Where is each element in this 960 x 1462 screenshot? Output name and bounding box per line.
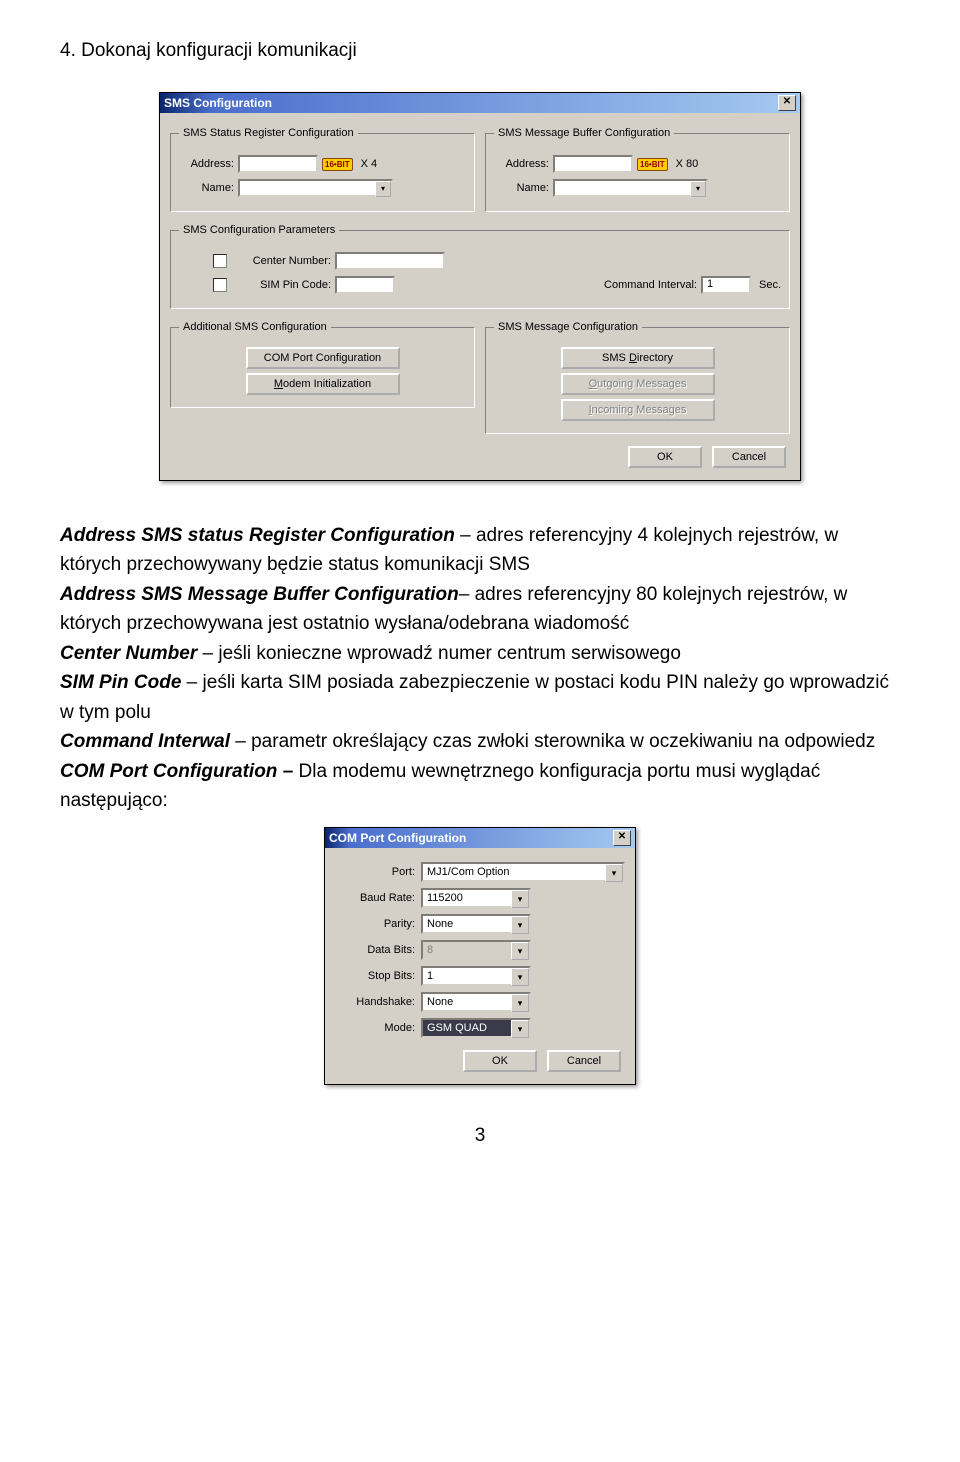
incoming-messages-button[interactable]: Incoming Messages: [561, 399, 715, 421]
label-mode: Mode:: [335, 1022, 415, 1034]
dialog-title: SMS Configuration: [164, 96, 272, 110]
fieldset-legend: Additional SMS Configuration: [179, 321, 331, 333]
label-address: Address:: [494, 158, 549, 170]
center-number-checkbox[interactable]: [213, 254, 227, 268]
fieldset-status-register: SMS Status Register Configuration Addres…: [170, 127, 475, 212]
label-command-interval: Command Interval:: [604, 279, 697, 291]
outgoing-messages-button[interactable]: Outgoing Messages: [561, 373, 715, 395]
explanation-text: Address SMS status Register Configuratio…: [60, 521, 900, 815]
cancel-button[interactable]: Cancel: [712, 446, 786, 468]
fieldset-legend: SMS Configuration Parameters: [179, 224, 339, 236]
label-center-number: Center Number:: [231, 255, 331, 267]
page-number: 3: [60, 1125, 900, 1147]
label-address: Address:: [179, 158, 234, 170]
port-select[interactable]: MJ1/Com Option: [421, 862, 625, 882]
com-port-config-button[interactable]: COM Port Configuration: [246, 347, 400, 369]
stop-bits-select[interactable]: 1: [421, 966, 531, 986]
ok-button[interactable]: OK: [463, 1050, 537, 1072]
fieldset-legend: SMS Message Configuration: [494, 321, 642, 333]
sim-pin-checkbox[interactable]: [213, 278, 227, 292]
suffix-x80: X 80: [676, 158, 699, 170]
center-number-input[interactable]: [335, 252, 445, 270]
com-port-configuration-dialog: COM Port Configuration ✕ Port: MJ1/Com O…: [324, 827, 636, 1085]
data-bits-select: 8: [421, 940, 531, 960]
name-select[interactable]: [238, 179, 393, 197]
baud-rate-select[interactable]: 115200: [421, 888, 531, 908]
bit-tag-icon: 16•BIT: [322, 158, 353, 171]
label-handshake: Handshake:: [335, 996, 415, 1008]
fieldset-config-parameters: SMS Configuration Parameters Center Numb…: [170, 224, 790, 309]
fieldset-legend: SMS Status Register Configuration: [179, 127, 358, 139]
label-baud-rate: Baud Rate:: [335, 892, 415, 904]
label-data-bits: Data Bits:: [335, 944, 415, 956]
fieldset-legend: SMS Message Buffer Configuration: [494, 127, 674, 139]
suffix-x4: X 4: [361, 158, 378, 170]
mode-select[interactable]: GSM QUAD: [421, 1018, 531, 1038]
titlebar: COM Port Configuration ✕: [325, 828, 635, 848]
parity-select[interactable]: None: [421, 914, 531, 934]
handshake-select[interactable]: None: [421, 992, 531, 1012]
modem-init-button[interactable]: Modem Initialization: [246, 373, 400, 395]
label-stop-bits: Stop Bits:: [335, 970, 415, 982]
bit-tag-icon: 16•BIT: [637, 158, 668, 171]
label-port: Port:: [335, 866, 415, 878]
sms-configuration-dialog: SMS Configuration ✕ SMS Status Register …: [159, 92, 801, 481]
address-input[interactable]: [238, 155, 318, 173]
close-icon[interactable]: ✕: [778, 95, 796, 111]
step-heading: 4. Dokonaj konfiguracji komunikacji: [60, 40, 900, 62]
name-select[interactable]: [553, 179, 708, 197]
fieldset-message-config: SMS Message Configuration SMS Directory …: [485, 321, 790, 434]
label-seconds: Sec.: [759, 279, 781, 291]
fieldset-message-buffer: SMS Message Buffer Configuration Address…: [485, 127, 790, 212]
titlebar: SMS Configuration ✕: [160, 93, 800, 113]
label-sim-pin: SIM Pin Code:: [231, 279, 331, 291]
command-interval-input[interactable]: 1: [701, 276, 751, 294]
label-name: Name:: [179, 182, 234, 194]
label-name: Name:: [494, 182, 549, 194]
ok-button[interactable]: OK: [628, 446, 702, 468]
sms-directory-button[interactable]: SMS Directory: [561, 347, 715, 369]
dialog-title: COM Port Configuration: [329, 831, 466, 845]
cancel-button[interactable]: Cancel: [547, 1050, 621, 1072]
label-parity: Parity:: [335, 918, 415, 930]
fieldset-additional-sms: Additional SMS Configuration COM Port Co…: [170, 321, 475, 408]
close-icon[interactable]: ✕: [613, 830, 631, 846]
sim-pin-input[interactable]: [335, 276, 395, 294]
address-input[interactable]: [553, 155, 633, 173]
